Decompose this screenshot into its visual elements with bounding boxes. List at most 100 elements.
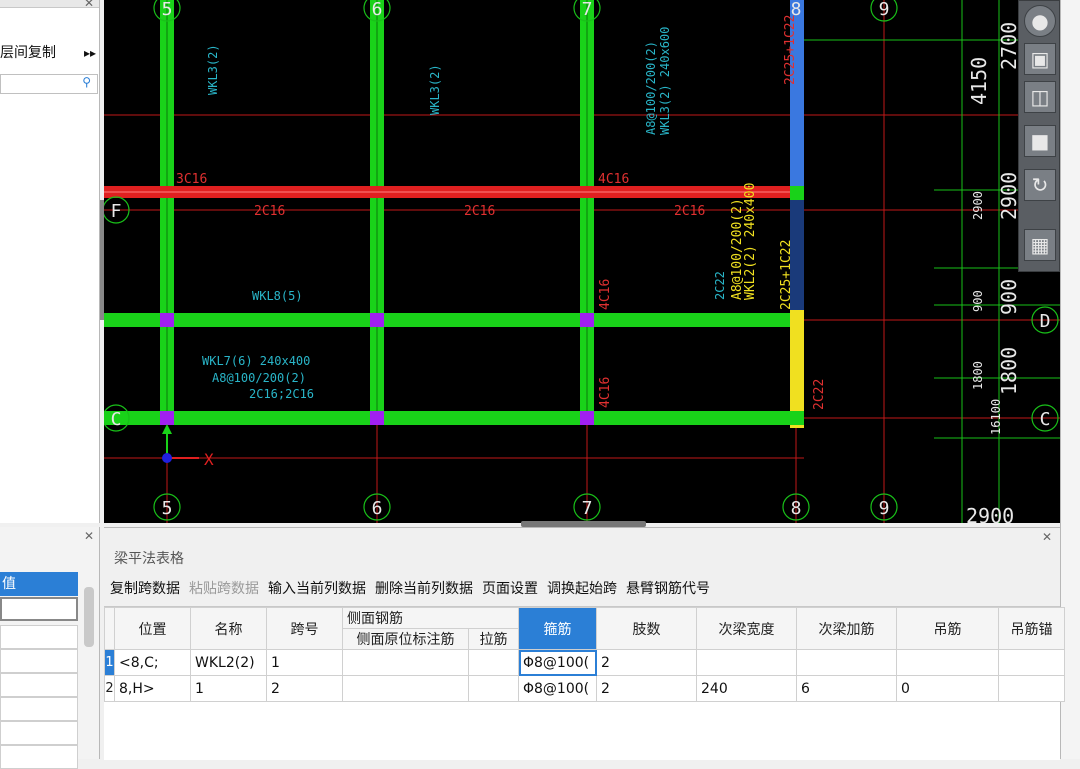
column-header-side-orig[interactable]: 侧面原位标注筋 [342,628,469,650]
table-toolbar: 复制跨数据 粘贴跨数据 输入当前列数据 删除当前列数据 页面设置 调换起始跨 悬… [110,578,719,598]
property-value-cell[interactable] [0,697,78,721]
swap-start-span-button[interactable]: 调换起始跨 [547,578,617,598]
box-view-icon[interactable]: ◫ [1024,81,1056,113]
close-icon[interactable]: ✕ [1042,530,1052,544]
cell-position[interactable]: <8,C; [114,649,191,676]
cell-tie[interactable] [468,675,519,702]
beam-label: WKL3(2) [206,44,220,95]
axis-label-bottom: 9 [879,498,890,519]
cell-hanger[interactable]: 0 [896,675,999,702]
column-header-position[interactable]: 位置 [114,607,191,650]
close-icon[interactable]: ✕ [84,0,94,10]
beam-label: A8@100/200(2) [730,198,745,300]
axis-label-top: 5 [162,0,173,20]
cell-sec-add[interactable] [796,649,897,676]
property-value-cell[interactable] [0,597,78,621]
cell-sec-width[interactable] [696,649,797,676]
beam-label: A8@100/200(2) [644,41,658,135]
delete-column-data-button[interactable]: 删除当前列数据 [375,578,473,598]
cell-side-orig[interactable] [342,649,469,676]
cell-hanger-more[interactable] [998,675,1065,702]
cad-canvas[interactable]: 5 6 7 8 9 5 6 7 8 9 D C C F 2700 4150 29… [104,0,1060,523]
rebar-label: 2C16 [674,204,705,219]
property-value-cell[interactable] [0,625,78,649]
panel-title: 梁平法表格 [114,551,184,567]
search-input[interactable]: ⚲ [0,74,98,94]
double-chevron-right-icon[interactable]: ▸▸ [84,40,96,66]
cell-span[interactable]: 2 [266,675,343,702]
axis-label-left: F [111,201,122,222]
column-header-stirrup[interactable]: 箍筋 [518,607,597,650]
layer-copy-tool[interactable]: 层间复制 ▸▸ [0,40,100,66]
layer-copy-label: 层间复制 [0,45,56,61]
dim-label: 2900 [966,504,1014,523]
cantilever-code-button[interactable]: 悬臂钢筋代号 [626,578,710,598]
cell-legs[interactable]: 2 [596,649,697,676]
cell-span[interactable]: 1 [266,649,343,676]
beam-label: A8@100/200(2) [212,371,306,385]
cell-name[interactable]: WKL2(2) [190,649,267,676]
rebar-label: 2C16 [464,204,495,219]
ucs-icon: X [162,424,214,469]
row-number[interactable]: 2 [104,675,115,702]
table-row[interactable]: 2 8,H> 1 2 Φ8@100( 2 240 6 0 [104,675,1065,702]
cell-tie[interactable] [468,649,519,676]
cell-position[interactable]: 8,H> [114,675,191,702]
cell-hanger[interactable] [896,649,999,676]
cell-sec-add[interactable]: 6 [796,675,897,702]
property-value-cell[interactable] [0,745,78,769]
axis-label-bottom: 7 [582,498,593,519]
axis-label-right: C [1040,409,1051,430]
table-row[interactable]: 1 <8,C; WKL2(2) 1 Φ8@100( 2 [104,649,1065,676]
scrollbar[interactable] [84,587,94,647]
close-icon[interactable]: ✕ [84,529,94,543]
dim-label: 16100 [989,399,1003,435]
cell-hanger-more[interactable] [998,649,1065,676]
column-header-side-rebar[interactable]: 侧面钢筋 [342,607,519,629]
rebar-label: 4C16 [598,172,629,187]
dim-label: 900 [997,279,1021,315]
beam-table-panel: ✕ 梁平法表格 复制跨数据 粘贴跨数据 输入当前列数据 删除当前列数据 页面设置… [104,527,1065,760]
page-setup-button[interactable]: 页面设置 [482,578,538,598]
search-icon[interactable]: ⚲ [82,75,91,89]
beam-table: 位置 名称 跨号 侧面钢筋 箍筋 肢数 次梁宽度 次梁加筋 吊筋 吊筋锚 侧面原… [104,606,1065,760]
property-value-cell[interactable] [0,721,78,745]
beam-label: 2C16;2C16 [249,387,314,401]
property-value-cell[interactable] [0,673,78,697]
column-header-span[interactable]: 跨号 [266,607,343,650]
axis-label-bottom: 6 [372,498,383,519]
rebar-label: 3C16 [176,172,207,187]
column-header-sec-width[interactable]: 次梁宽度 [696,607,797,650]
column-header-hanger-more[interactable]: 吊筋锚 [998,607,1065,650]
column-header-tie[interactable]: 拉筋 [468,628,519,650]
copy-span-data-button[interactable]: 复制跨数据 [110,578,180,598]
beam-label: WKL8(5) [252,289,303,303]
cell-sec-width[interactable]: 240 [696,675,797,702]
cell-stirrup[interactable]: Φ8@100( [518,649,597,676]
dim-label: 4150 [967,57,991,105]
grid-view-icon[interactable]: ▦ [1024,229,1056,261]
rebar-label: 2C16 [254,204,285,219]
cell-side-orig[interactable] [342,675,469,702]
3d-view-icon[interactable]: ▣ [1024,43,1056,75]
row-number[interactable]: 1 [104,649,115,676]
paste-span-data-button[interactable]: 粘贴跨数据 [189,578,259,598]
column-header-sec-add[interactable]: 次梁加筋 [796,607,897,650]
axis-label-top: 6 [372,0,383,20]
column-header-legs[interactable]: 肢数 [596,607,697,650]
rebar-label: 2C22 [812,379,827,410]
dim-label: 900 [971,290,985,312]
cube-view-icon[interactable]: ■ [1024,125,1056,157]
cell-name[interactable]: 1 [190,675,267,702]
rebar-label: 4C16 [598,279,613,310]
cell-legs[interactable]: 2 [596,675,697,702]
axis-label-bottom: 8 [791,498,802,519]
sphere-view-icon[interactable]: ● [1024,5,1056,37]
column-header-name[interactable]: 名称 [190,607,267,650]
input-column-data-button[interactable]: 输入当前列数据 [268,578,366,598]
column-header-hanger[interactable]: 吊筋 [896,607,999,650]
rotate-icon[interactable]: ↻ [1024,169,1056,201]
axis-label-left: C [111,409,122,430]
property-value-cell[interactable] [0,649,78,673]
cell-stirrup[interactable]: Φ8@100( [518,675,597,702]
